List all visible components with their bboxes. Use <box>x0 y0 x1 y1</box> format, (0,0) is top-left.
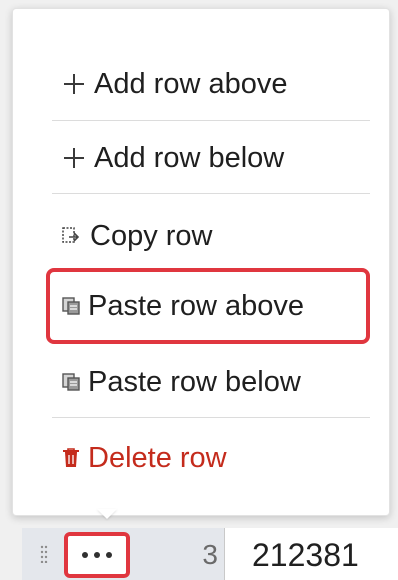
trash-icon <box>60 446 82 470</box>
menu-item-label: Add row above <box>94 67 288 100</box>
paste-icon <box>60 371 82 393</box>
drag-handle-icon[interactable] <box>40 545 48 564</box>
menu-divider <box>52 120 370 121</box>
row-number: 3 <box>202 539 218 570</box>
menu-caret <box>97 509 117 519</box>
copy-icon <box>60 224 84 248</box>
menu-item-label: Delete row <box>88 441 227 474</box>
row-more-options-button[interactable] <box>64 532 130 578</box>
menu-item-add-row-below[interactable]: Add row below <box>60 138 284 178</box>
plus-icon <box>60 144 88 172</box>
plus-icon <box>60 70 88 98</box>
paste-icon <box>60 295 82 317</box>
menu-item-label: Add row below <box>94 141 285 174</box>
menu-divider <box>52 193 370 194</box>
cell-value: 212381 <box>252 537 359 573</box>
menu-divider <box>52 417 370 418</box>
menu-item-delete-row[interactable]: Delete row <box>60 438 227 478</box>
menu-item-add-row-above[interactable]: Add row above <box>60 64 287 104</box>
menu-item-paste-row-below[interactable]: Paste row below <box>60 362 301 402</box>
menu-item-label: Copy row <box>90 219 213 252</box>
menu-item-copy-row[interactable]: Copy row <box>60 216 213 256</box>
menu-item-label: Paste row above <box>88 289 305 322</box>
more-options-icon <box>75 543 119 567</box>
menu-item-paste-row-above[interactable]: Paste row above <box>60 286 304 326</box>
menu-item-label: Paste row below <box>88 365 301 398</box>
